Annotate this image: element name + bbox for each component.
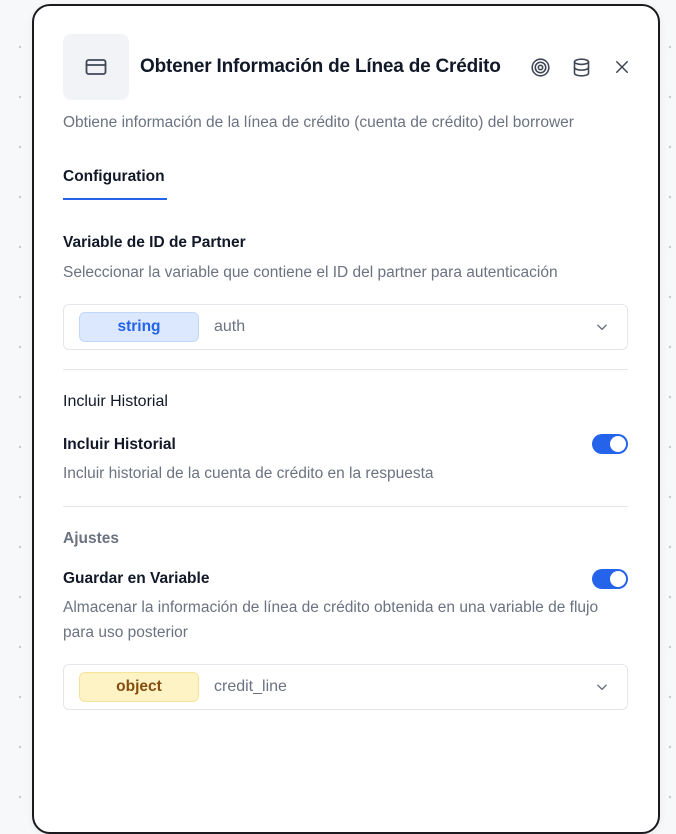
toggle-knob: [610, 571, 626, 587]
panel-title: Obtener Información de Línea de Crédito: [140, 56, 501, 77]
output-variable-value: credit_line: [214, 678, 287, 695]
save-variable-help-line2: para uso posterior: [63, 624, 188, 641]
partner-id-value: auth: [214, 318, 246, 335]
panel-description: Obtiene información de la línea de crédi…: [63, 114, 574, 131]
node-icon-container: [63, 34, 129, 100]
type-badge-object: object: [79, 672, 199, 702]
target-icon[interactable]: [528, 55, 552, 79]
type-badge-string: string: [79, 312, 199, 342]
node-config-panel: Obtener Información de Línea de Crédito: [32, 4, 660, 834]
history-section-title: Incluir Historial: [63, 393, 168, 410]
close-icon[interactable]: [610, 55, 634, 79]
partner-id-help: Seleccionar la variable que contiene el …: [63, 264, 558, 281]
history-toggle-label: Incluir Historial: [63, 436, 176, 453]
chevron-down-icon: [595, 680, 609, 694]
tab-configuration[interactable]: Configuration: [63, 168, 167, 200]
database-icon[interactable]: [569, 55, 593, 79]
toggle-knob: [610, 436, 626, 452]
save-variable-help-line1: Almacenar la información de línea de cré…: [63, 599, 599, 616]
partner-id-select[interactable]: string auth: [63, 304, 628, 350]
chevron-down-icon: [595, 320, 609, 334]
history-toggle[interactable]: [592, 434, 628, 454]
save-variable-help: Almacenar la información de línea de cré…: [63, 595, 629, 645]
credit-card-icon: [85, 59, 107, 75]
settings-section-title: Ajustes: [63, 530, 119, 547]
save-variable-toggle[interactable]: [592, 569, 628, 589]
partner-id-label: Variable de ID de Partner: [63, 234, 246, 251]
divider: [63, 506, 628, 507]
save-variable-label: Guardar en Variable: [63, 570, 210, 587]
panel-header: Obtener Información de Línea de Crédito: [63, 34, 634, 100]
header-actions: [528, 55, 634, 79]
history-toggle-help: Incluir historial de la cuenta de crédit…: [63, 465, 434, 482]
divider: [63, 369, 628, 370]
output-variable-select[interactable]: object credit_line: [63, 664, 628, 710]
